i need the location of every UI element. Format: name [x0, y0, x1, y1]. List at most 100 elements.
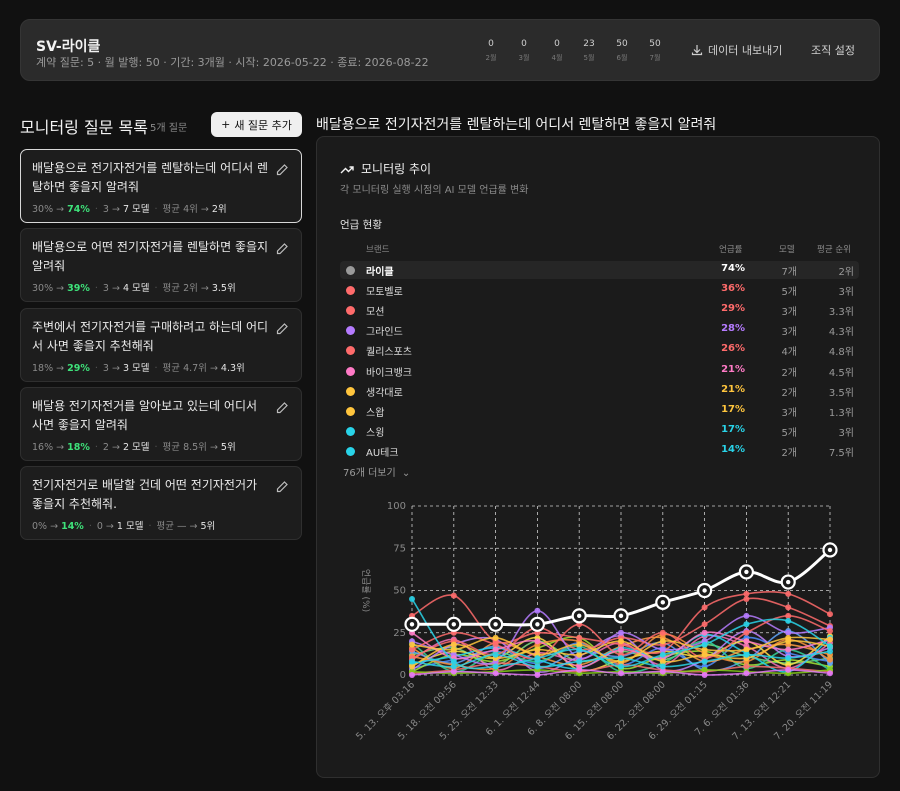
add-question-label: 새 질문 추가 — [234, 118, 292, 132]
brand-mention-rate: 21% — [721, 363, 745, 375]
data-point — [701, 604, 708, 611]
brand-mention-rate: 17% — [721, 423, 745, 435]
brand-row: 바이크뱅크 21% 2개 4.5위 — [340, 362, 859, 380]
edit-icon[interactable] — [275, 401, 289, 415]
data-point — [743, 629, 750, 636]
month-usage-mar: 0 3월 — [518, 39, 530, 62]
brand-name: 스왑 — [366, 407, 385, 419]
brand-model-count: 5개 — [781, 427, 797, 439]
brand-avg-rank: 3.3위 — [828, 307, 854, 319]
brand-row: 모토벨로 36% 5개 3위 — [340, 281, 859, 299]
mention-status-title: 언급 현황 — [340, 219, 382, 231]
show-more-button[interactable]: 76개 더보기 ⌄ — [343, 464, 410, 479]
data-point — [659, 629, 666, 636]
data-point — [701, 621, 708, 628]
brand-name: 퀄리스포츠 — [366, 347, 412, 359]
data-point — [618, 646, 624, 653]
question-stats: 30% → 39% · 3 → 4 모델 · 평균 2위 → 3.5위 — [32, 283, 236, 294]
brand-color-dot — [346, 326, 355, 336]
data-point-center — [493, 622, 498, 627]
column-brand: 브랜드 — [366, 245, 390, 255]
brand-color-dot — [346, 426, 355, 436]
trend-up-icon — [340, 165, 354, 173]
data-point — [492, 651, 499, 658]
brand-avg-rank: 7.5위 — [828, 447, 854, 459]
data-point — [743, 612, 750, 619]
data-point — [618, 638, 624, 645]
data-point — [701, 651, 708, 658]
edit-icon[interactable] — [275, 242, 289, 256]
data-point — [618, 629, 624, 636]
brand-mention-rate: 21% — [721, 383, 745, 395]
y-tick-label: 75 — [393, 543, 406, 554]
edit-icon[interactable] — [275, 480, 289, 494]
data-point — [409, 595, 415, 602]
brand-mention-rate: 14% — [721, 443, 745, 455]
brand-row: 모션 29% 3개 3.3위 — [340, 301, 859, 319]
data-point — [827, 611, 833, 618]
data-point-center — [702, 588, 707, 593]
data-point — [659, 651, 666, 658]
brand-mention-rate: 36% — [721, 283, 745, 295]
data-point — [492, 670, 499, 677]
month-usage-jun: 50 6월 — [616, 39, 628, 62]
edit-icon[interactable] — [275, 322, 289, 336]
y-tick-label: 25 — [393, 628, 406, 639]
export-data-button[interactable]: 데이터 내보내기 — [691, 42, 782, 58]
question-card[interactable]: 배달용으로 전기자전거를 렌탈하는데 어디서 렌탈하면 좋을지 알려줘 30% →… — [20, 149, 302, 223]
show-more-label: 76개 더보기 — [343, 468, 396, 479]
question-text: 전기자전거로 배달할 건데 어떤 전기자전거가 좋을지 추천해줘. — [32, 478, 258, 511]
brand-row: 스윙 17% 5개 3위 — [340, 422, 859, 440]
data-point-center — [451, 622, 456, 627]
question-card[interactable]: 전기자전거로 배달할 건데 어떤 전기자전거가 좋을지 추천해줘. 0% → 14… — [20, 466, 302, 540]
question-stats: 0% → 14% · 0 → 1 모델 · 평균 — → 5위 — [32, 521, 216, 532]
brand-avg-rank: 3위 — [838, 287, 854, 299]
data-point-center — [409, 622, 415, 627]
data-point — [534, 655, 541, 662]
edit-icon[interactable] — [275, 163, 289, 177]
data-point — [618, 670, 624, 677]
data-point — [785, 655, 792, 662]
data-point — [534, 672, 541, 678]
brand-color-dot — [346, 446, 355, 456]
brand-model-count: 7개 — [781, 267, 797, 278]
y-tick-label: 100 — [387, 501, 406, 512]
data-point — [534, 663, 541, 670]
brand-name: 그라인드 — [366, 327, 403, 339]
add-question-button[interactable]: + 새 질문 추가 — [211, 112, 302, 137]
data-point — [701, 658, 708, 665]
month-usage-jul: 50 7월 — [649, 39, 661, 62]
brand-avg-rank: 3.5위 — [828, 387, 854, 399]
brand-avg-rank: 4.3위 — [828, 327, 854, 339]
brand-avg-rank: 3위 — [838, 427, 854, 439]
data-point — [659, 663, 666, 670]
brand-model-count: 2개 — [781, 367, 797, 379]
data-point — [534, 638, 541, 645]
data-point — [785, 617, 792, 624]
question-card[interactable]: 주변에서 전기자전거를 구매하려고 하는데 어디서 사면 좋을지 추천해줘 18%… — [20, 308, 302, 382]
export-data-label: 데이터 내보내기 — [708, 44, 783, 57]
y-tick-label: 50 — [393, 586, 406, 597]
brand-name: 모션 — [366, 307, 385, 319]
brand-row: AU테크 14% 2개 7.5위 — [340, 442, 859, 460]
brand-color-dot — [346, 286, 355, 296]
brand-mention-rate: 26% — [721, 343, 745, 355]
data-point-center — [535, 622, 540, 627]
org-settings-button[interactable]: 조직 설정 — [811, 42, 855, 58]
data-point — [743, 638, 750, 645]
question-card[interactable]: 배달용으로 어떤 전기자전거를 렌탈하면 좋을지 알려줘 30% → 39% · 3 … — [20, 228, 302, 302]
brand-name: 생각대로 — [366, 387, 403, 399]
data-point — [827, 648, 833, 655]
data-point — [409, 658, 415, 665]
org-title: SV-라이클 — [36, 39, 101, 55]
brand-mention-rate: 29% — [721, 303, 745, 315]
data-point-center — [744, 569, 749, 575]
panel-header: 모니터링 추이 — [340, 160, 431, 177]
data-point-center — [827, 547, 833, 553]
question-count: 5개 질문 — [150, 123, 188, 134]
chevron-down-icon: ⌄ — [401, 468, 411, 479]
panel-subtitle: 각 모니터링 실행 시점의 AI 모델 언급률 변화 — [340, 185, 529, 196]
data-point — [743, 595, 750, 602]
data-point — [450, 592, 457, 599]
question-card[interactable]: 배달용 전기자전거를 알아보고 있는데 어디서 사면 좋을지 알려줘 16% → … — [20, 387, 302, 461]
